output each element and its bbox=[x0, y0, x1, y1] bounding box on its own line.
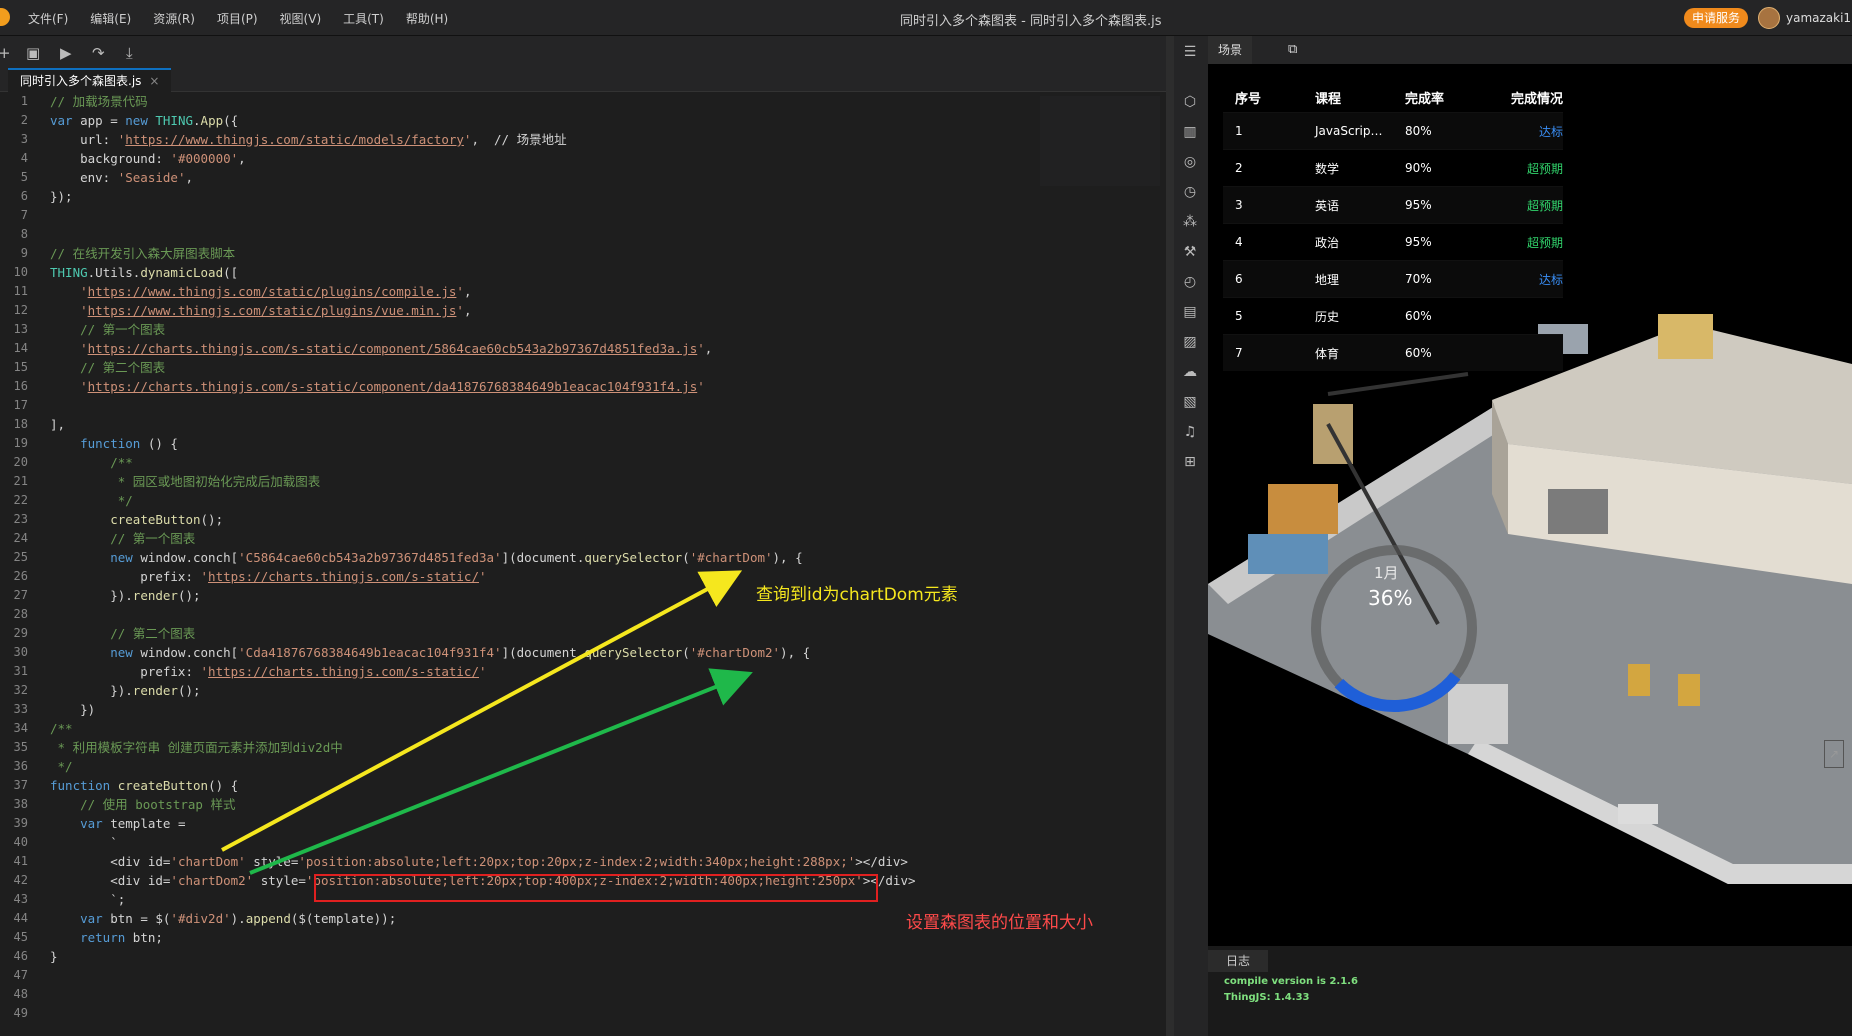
table-cell-rate: 80% bbox=[1405, 124, 1432, 138]
table-cell-rate: 70% bbox=[1405, 272, 1432, 286]
tab-log[interactable]: 日志 bbox=[1208, 950, 1269, 972]
cube-icon[interactable]: ⬡ bbox=[1181, 94, 1199, 112]
column-header: 完成情况 bbox=[1510, 91, 1563, 107]
column-header: 序号 bbox=[1235, 91, 1262, 107]
scene-viewport[interactable]: 1月 36% 序号 课程 完成率 完成情况 1 JavaScrip… 80% 达标 2 数学 90… bbox=[1208, 64, 1852, 946]
nodes-icon[interactable]: ⁂ bbox=[1181, 214, 1199, 232]
table-cell-rate: 90% bbox=[1405, 161, 1432, 175]
tools-icon[interactable]: ⚒ bbox=[1181, 244, 1199, 262]
table-cell-status: 达标 bbox=[1538, 124, 1563, 139]
table-header: 序号 课程 完成率 完成情况 bbox=[1223, 82, 1563, 112]
table-row: 6 地理 70% 达标 bbox=[1223, 260, 1563, 297]
table-cell-id: 6 bbox=[1235, 272, 1243, 286]
log-line: compile version is 2.1.6 bbox=[1224, 976, 1358, 987]
table-row: 7 体育 60% bbox=[1223, 334, 1563, 371]
gauge-percent: 36% bbox=[1368, 586, 1413, 610]
table-row: 1 JavaScrip… 80% 达标 bbox=[1223, 112, 1563, 149]
table-body: 1 JavaScrip… 80% 达标 2 数学 90% 超预期 3 英语 95% 超预期 4 政治 95%… bbox=[1223, 112, 1563, 371]
table-cell-rate: 60% bbox=[1405, 309, 1432, 323]
external-link-icon[interactable]: ↗ bbox=[1824, 740, 1844, 768]
table-row: 2 数学 90% 超预期 bbox=[1223, 149, 1563, 186]
table-row: 4 政治 95% 超预期 bbox=[1223, 223, 1563, 260]
table-cell-id: 2 bbox=[1235, 161, 1243, 175]
table-cell-id: 4 bbox=[1235, 235, 1243, 249]
table-cell-rate: 95% bbox=[1405, 198, 1432, 212]
table-cell-course: 英语 bbox=[1315, 198, 1340, 213]
annotation-position: 设置森图表的位置和大小 bbox=[906, 913, 1093, 933]
log-line: ThingJS: 1.4.33 bbox=[1224, 992, 1310, 1003]
image-icon[interactable]: ▨ bbox=[1181, 334, 1199, 352]
table-cell-course: JavaScrip… bbox=[1315, 124, 1383, 138]
table-cell-id: 7 bbox=[1235, 346, 1243, 360]
table-cell-course: 数学 bbox=[1315, 161, 1340, 176]
annotation-query: 查询到id为chartDom元素 bbox=[756, 585, 958, 605]
hierarchy-icon[interactable]: ⧉ bbox=[1288, 42, 1297, 57]
scene-header: 场景 ⧉ bbox=[1208, 36, 1852, 64]
table-cell-id: 1 bbox=[1235, 124, 1243, 138]
building-icon[interactable]: ▥ bbox=[1181, 124, 1199, 142]
table-cell-status: 超预期 bbox=[1526, 235, 1563, 250]
gauge-progress-arc bbox=[1334, 672, 1461, 712]
column-header: 课程 bbox=[1315, 91, 1342, 107]
table-cell-course: 历史 bbox=[1315, 309, 1340, 324]
list-icon[interactable]: ☰ bbox=[1181, 44, 1199, 62]
table-cell-rate: 95% bbox=[1405, 235, 1432, 249]
column-header: 完成率 bbox=[1405, 91, 1445, 107]
table-cell-status: 达标 bbox=[1538, 272, 1563, 287]
widgets-icon[interactable]: ⊞ bbox=[1181, 454, 1199, 472]
table-row: 3 英语 95% 超预期 bbox=[1223, 186, 1563, 223]
table-cell-course: 政治 bbox=[1315, 235, 1340, 250]
log-panel: 日志 compile version is 2.1.6 ThingJS: 1.4… bbox=[1208, 946, 1852, 1036]
tab-scene[interactable]: 场景 bbox=[1208, 36, 1253, 64]
panel-splitter[interactable] bbox=[1166, 36, 1174, 1036]
table-cell-status: 超预期 bbox=[1526, 198, 1563, 213]
table-cell-status: 超预期 bbox=[1526, 161, 1563, 176]
clock-icon[interactable]: ◷ bbox=[1181, 184, 1199, 202]
gauge-month: 1月 bbox=[1374, 564, 1399, 582]
layout-icon[interactable]: ▤ bbox=[1181, 304, 1199, 322]
table-row: 5 历史 60% bbox=[1223, 297, 1563, 334]
globe-icon[interactable]: ◎ bbox=[1181, 154, 1199, 172]
table-cell-rate: 60% bbox=[1405, 346, 1432, 360]
table-cell-id: 3 bbox=[1235, 198, 1243, 212]
picture-icon[interactable]: ▧ bbox=[1181, 394, 1199, 412]
course-table: 序号 课程 完成率 完成情况 1 JavaScrip… 80% 达标 2 数学 90% 超预期 3 英语… bbox=[1223, 82, 1563, 371]
ide-window: 文件(F) 编辑(E) 资源(R) 项目(P) 视图(V) 工具(T) 帮助(H) 同时引入… bbox=[0, 0, 1852, 1036]
table-cell-course: 地理 bbox=[1315, 272, 1340, 287]
table-cell-id: 5 bbox=[1235, 309, 1243, 323]
table-cell-course: 体育 bbox=[1315, 346, 1340, 361]
music-icon[interactable]: ♫ bbox=[1181, 424, 1199, 442]
green-arrow bbox=[249, 668, 753, 875]
history-icon[interactable]: ◴ bbox=[1181, 274, 1199, 292]
cloud-icon[interactable]: ☁ bbox=[1181, 364, 1199, 382]
